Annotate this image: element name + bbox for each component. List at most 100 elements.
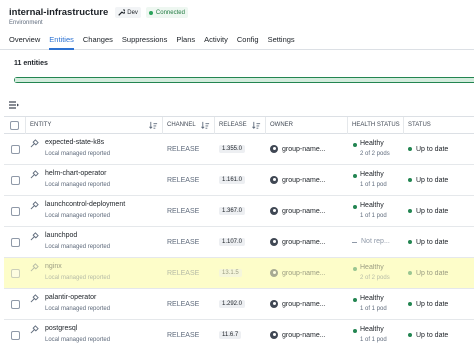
tab-changes[interactable]: Changes bbox=[83, 30, 113, 50]
healthy-dot-icon bbox=[353, 173, 357, 178]
tab-activity[interactable]: Activity bbox=[204, 30, 228, 50]
environment-type: Environment bbox=[9, 20, 43, 26]
release-version: 1.161.0 bbox=[219, 176, 246, 184]
entity-subtitle: Local managed reported bbox=[45, 243, 111, 250]
healthy-dot-icon bbox=[353, 204, 357, 209]
header-status: STATUS bbox=[404, 117, 474, 134]
health-status: Not rep... bbox=[361, 237, 390, 245]
entity-name[interactable]: helm-chart-operator bbox=[45, 170, 106, 177]
header-channel: CHANNEL bbox=[163, 116, 215, 134]
channel-value: RELEASE bbox=[167, 300, 200, 308]
entity-cell: helm-chart-operator Local managed report… bbox=[26, 165, 163, 196]
row-checkbox[interactable] bbox=[10, 175, 20, 185]
group-icon bbox=[270, 207, 278, 215]
group-icon bbox=[270, 238, 278, 246]
tab-overview[interactable]: Overview bbox=[9, 30, 40, 50]
health-pods: 2 of 2 pods bbox=[360, 274, 390, 281]
group-icon bbox=[270, 269, 278, 277]
row-checkbox[interactable] bbox=[10, 144, 20, 154]
table-row[interactable]: launchcontrol-deployment Local managed r… bbox=[4, 196, 474, 227]
table-row[interactable]: helm-chart-operator Local managed report… bbox=[4, 165, 474, 196]
entity-subtitle: Local managed reported bbox=[45, 274, 111, 281]
entity-type-icon bbox=[30, 169, 39, 178]
sync-status: Up to date bbox=[416, 300, 449, 308]
entity-subtitle: Local managed reported bbox=[45, 181, 111, 188]
entity-name[interactable]: launchcontrol-deployment bbox=[45, 201, 125, 208]
tab-config[interactable]: Config bbox=[237, 30, 259, 50]
environment-tag-badge: Dev bbox=[115, 7, 141, 18]
entity-type-icon bbox=[30, 231, 39, 240]
tab-settings[interactable]: Settings bbox=[268, 30, 295, 50]
health-summary-bar bbox=[14, 77, 474, 83]
sort-icon[interactable] bbox=[252, 121, 261, 130]
owner-name[interactable]: group-name... bbox=[282, 208, 326, 215]
connected-dot-icon bbox=[148, 10, 153, 15]
table-header: ENTITY CHANNEL RELEASE OWNER HEALTH STAT… bbox=[4, 116, 474, 134]
health-pods: 1 of 1 pod bbox=[360, 336, 387, 343]
release-version: 1.107.0 bbox=[219, 238, 246, 246]
health-pods: 1 of 1 pod bbox=[360, 181, 387, 188]
table-row[interactable]: expected-state-k8s Local managed reporte… bbox=[4, 134, 474, 165]
row-select-cell bbox=[4, 134, 26, 165]
connection-status-badge: Connected bbox=[145, 7, 188, 18]
row-checkbox[interactable] bbox=[10, 330, 20, 340]
header-release-label: RELEASE bbox=[219, 122, 247, 128]
entity-name[interactable]: launchpod bbox=[45, 232, 77, 239]
entity-cell: palantir-operator Local managed reported bbox=[26, 289, 163, 320]
owner-name[interactable]: group-name... bbox=[282, 239, 326, 246]
owner-name[interactable]: group-name... bbox=[282, 301, 326, 308]
status-dot-icon bbox=[408, 271, 412, 275]
entity-name[interactable]: expected-state-k8s bbox=[45, 139, 104, 146]
entity-name[interactable]: postgresql bbox=[45, 325, 77, 332]
entity-type-icon bbox=[30, 138, 39, 147]
tab-bar: Overview Entities Changes Suppressions P… bbox=[0, 30, 474, 50]
channel-value: RELEASE bbox=[167, 207, 200, 215]
header-entity: ENTITY bbox=[26, 116, 163, 134]
entity-subtitle: Local managed reported bbox=[45, 336, 111, 343]
owner-name[interactable]: group-name... bbox=[282, 177, 326, 184]
header-health: HEALTH STATUS bbox=[348, 116, 404, 134]
row-checkbox[interactable] bbox=[10, 206, 20, 216]
group-icon bbox=[270, 331, 278, 339]
row-select-cell bbox=[4, 258, 26, 289]
row-select-cell bbox=[4, 165, 26, 196]
row-select-cell bbox=[4, 320, 26, 350]
sync-status: Up to date bbox=[416, 269, 449, 277]
row-select-cell bbox=[4, 227, 26, 258]
release-version: 1.355.0 bbox=[219, 145, 246, 153]
sort-icon[interactable] bbox=[149, 121, 158, 130]
owner-name[interactable]: group-name... bbox=[282, 146, 326, 153]
release-version: 13.1.5 bbox=[219, 269, 242, 277]
tab-plans[interactable]: Plans bbox=[176, 30, 195, 50]
table-row[interactable]: palantir-operator Local managed reported… bbox=[4, 289, 474, 320]
header-select-all[interactable] bbox=[4, 116, 26, 134]
tab-entities[interactable]: Entities bbox=[49, 30, 74, 50]
table-row[interactable]: launchpod Local managed reported RELEASE… bbox=[4, 227, 474, 258]
channel-value: RELEASE bbox=[167, 331, 200, 339]
owner-name[interactable]: group-name... bbox=[282, 332, 326, 339]
row-checkbox[interactable] bbox=[10, 237, 20, 247]
entity-subtitle: Local managed reported bbox=[45, 212, 111, 219]
entity-name[interactable]: palantir-operator bbox=[45, 294, 96, 301]
entities-table: ENTITY CHANNEL RELEASE OWNER HEALTH STAT… bbox=[4, 116, 474, 350]
not-reported-dash-icon bbox=[352, 241, 357, 243]
entity-name[interactable]: nginx bbox=[45, 263, 62, 270]
row-checkbox[interactable] bbox=[10, 299, 20, 309]
health-status: Healthy bbox=[360, 263, 384, 271]
select-all-checkbox[interactable] bbox=[10, 120, 19, 130]
status-dot-icon bbox=[408, 209, 412, 213]
header-owner: OWNER bbox=[266, 116, 348, 134]
tab-suppressions[interactable]: Suppressions bbox=[122, 30, 167, 50]
column-layout-icon[interactable] bbox=[8, 99, 20, 111]
owner-name[interactable]: group-name... bbox=[282, 270, 326, 277]
healthy-dot-icon bbox=[353, 142, 357, 147]
healthy-dot-icon bbox=[353, 297, 357, 302]
row-checkbox[interactable] bbox=[10, 268, 20, 278]
table-row[interactable]: postgresql Local managed reported RELEAS… bbox=[4, 320, 474, 350]
table-row-highlighted[interactable]: nginx Local managed reported RELEASE 13.… bbox=[4, 258, 474, 289]
entity-cell: launchpod Local managed reported bbox=[26, 227, 163, 258]
health-status: Healthy bbox=[360, 139, 384, 147]
header-entity-label: ENTITY bbox=[30, 122, 52, 128]
sort-icon[interactable] bbox=[201, 121, 210, 130]
channel-value: RELEASE bbox=[167, 238, 200, 246]
